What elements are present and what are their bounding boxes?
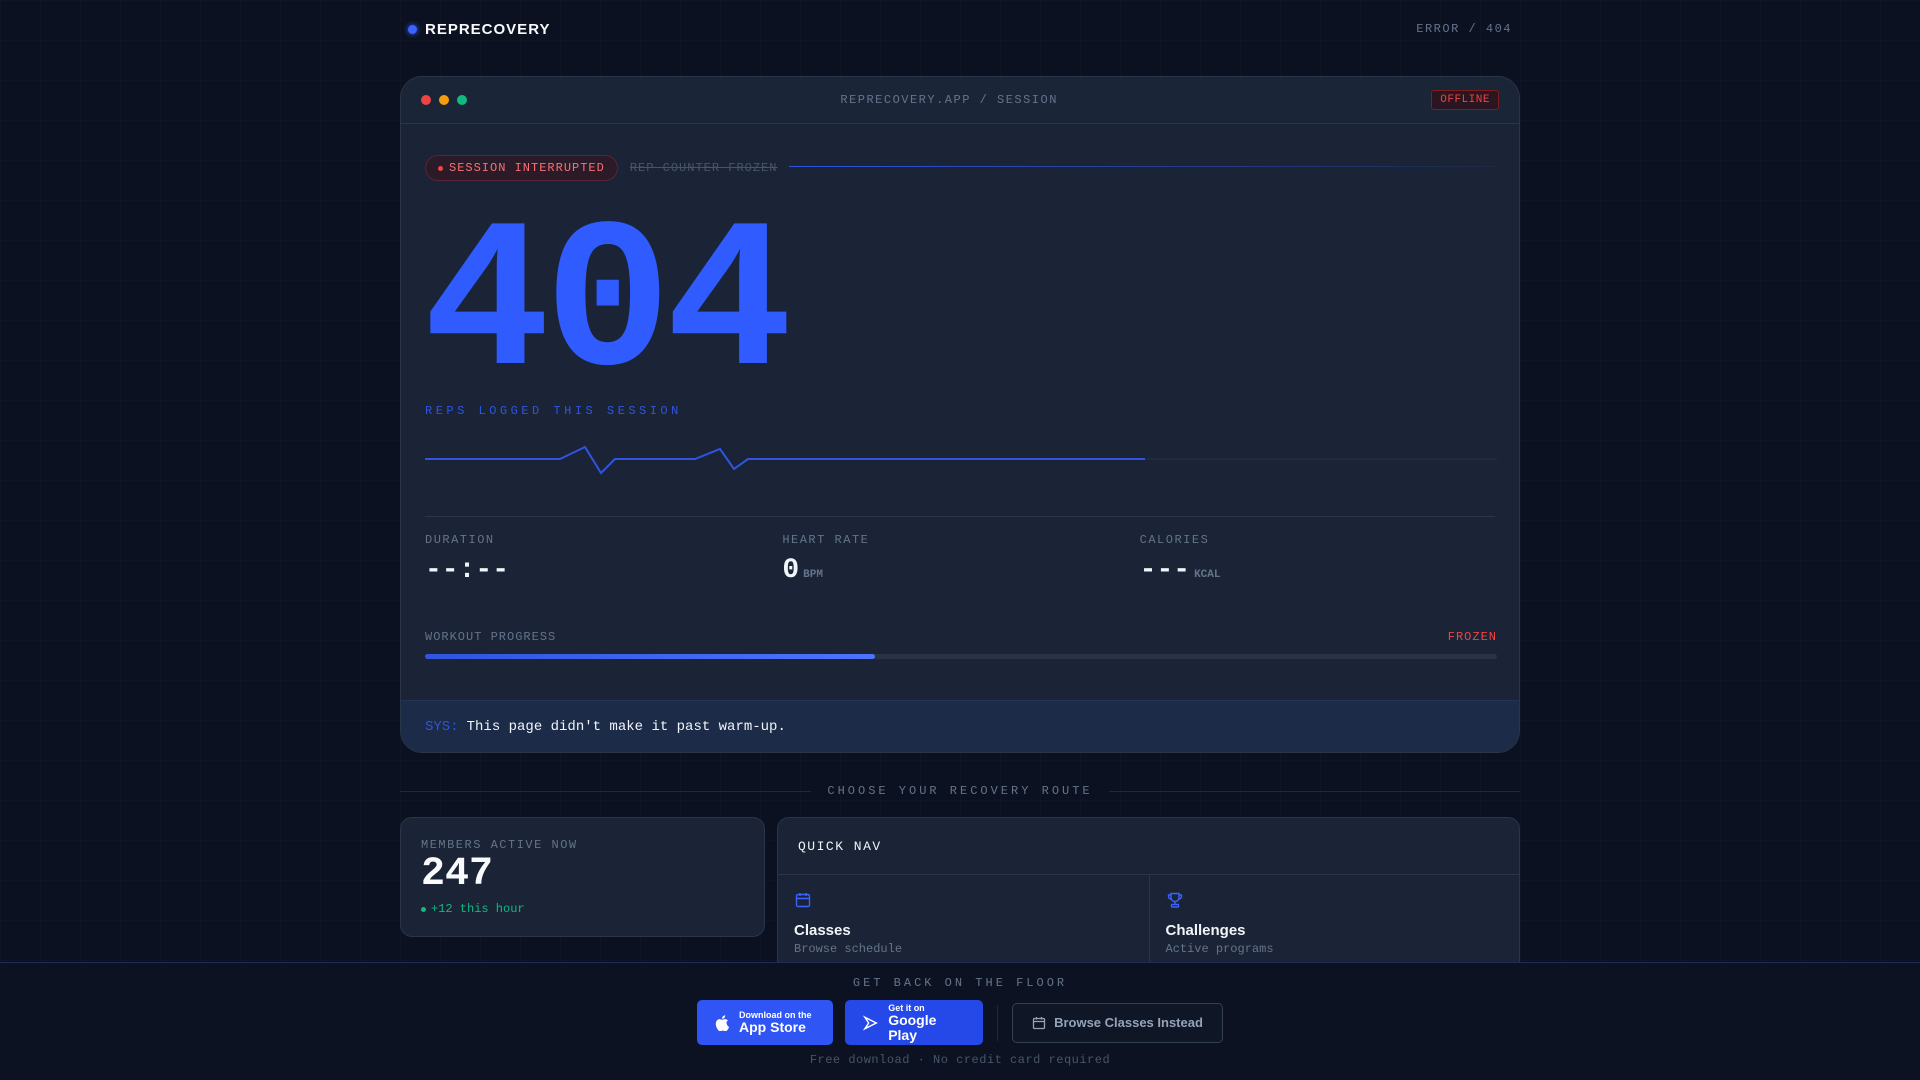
divider-line (400, 790, 812, 792)
sys-prefix: SYS: (425, 718, 459, 735)
download-buttons: Download on the App Store Get it on Goog… (0, 1000, 1920, 1045)
google-play-text: Get it on Google Play (888, 1003, 965, 1043)
stat-label: HEART RATE (782, 533, 870, 547)
quick-nav-classes[interactable]: Classes Browse schedule (778, 875, 1149, 972)
stat-heart-rate: HEART RATE 0 BPM (782, 533, 1139, 586)
session-interrupted-pill: SESSION INTERRUPTED (425, 155, 618, 181)
sys-message: This page didn't make it past warm-up. (466, 718, 786, 735)
close-window-dot-icon[interactable] (421, 95, 431, 105)
stat-value: 0 BPM (782, 555, 1139, 586)
stat-duration: DURATION --:-- (425, 533, 782, 586)
stat-calories: CALORIES --- KCAL (1140, 533, 1497, 586)
window-controls (421, 95, 467, 105)
session-url: REPRECOVERY.APP / SESSION (840, 93, 1058, 107)
app-store-text: Download on the App Store (739, 1010, 812, 1035)
recovery-route-label: CHOOSE YOUR RECOVERY ROUTE (827, 784, 1093, 798)
app-store-big-label: App Store (739, 1019, 806, 1035)
stat-value: --:-- (425, 555, 782, 586)
workout-progress-label: WORKOUT PROGRESS (425, 630, 557, 644)
maximize-window-dot-icon[interactable] (457, 95, 467, 105)
calories-value: --- (1139, 555, 1191, 586)
apple-icon (715, 1014, 729, 1031)
browse-classes-label: Browse Classes Instead (1054, 1015, 1203, 1030)
quick-nav-challenges[interactable]: Challenges Active programs (1148, 875, 1520, 972)
members-active-count: 247 (421, 852, 494, 897)
calories-unit: KCAL (1194, 569, 1221, 581)
google-play-icon (863, 1015, 878, 1030)
google-play-big-label: Google Play (888, 1011, 937, 1043)
quick-nav-item-subtitle: Browse schedule (794, 942, 903, 956)
stat-value: --- KCAL (1140, 555, 1497, 586)
quick-nav-item-subtitle: Active programs (1165, 942, 1274, 956)
heartbeat-trace (425, 445, 1145, 475)
minimize-window-dot-icon[interactable] (439, 95, 449, 105)
status-row: SESSION INTERRUPTED REP COUNTER FROZEN (425, 155, 1495, 181)
session-interrupted-label: SESSION INTERRUPTED (449, 161, 605, 175)
members-active-card: MEMBERS ACTIVE NOW 247 +12 this hour (400, 817, 765, 937)
quick-nav-item-title: Classes (794, 922, 851, 939)
calendar-icon (1032, 1016, 1046, 1029)
quick-nav-grid: Classes Browse schedule Challenges Activ… (778, 875, 1519, 972)
app-download-bar: GET BACK ON THE FLOOR Download on the Ap… (0, 962, 1920, 1080)
system-message-bar: SYS: This page didn't make it past warm-… (401, 700, 1519, 752)
heartbeat-line-icon (425, 445, 1497, 475)
offline-badge: OFFLINE (1431, 90, 1499, 110)
google-play-small-label: Get it on (888, 1002, 925, 1013)
members-active-label: MEMBERS ACTIVE NOW (421, 838, 578, 852)
heart-rate-unit: BPM (803, 569, 823, 581)
workout-progress-bar (425, 654, 1497, 659)
brand-dot-icon (408, 24, 417, 34)
error-code: 404 (423, 187, 793, 427)
live-dot-icon (421, 906, 426, 912)
get-back-label: GET BACK ON THE FLOOR (852, 976, 1068, 990)
recovery-route-divider: CHOOSE YOUR RECOVERY ROUTE (400, 784, 1521, 798)
progress-status: FROZEN (1447, 630, 1497, 644)
status-divider-line (789, 165, 1495, 167)
error-tag: ERROR / 404 (1416, 22, 1512, 36)
quick-nav-title: QUICK NAV (778, 818, 1519, 875)
members-delta: +12 this hour (421, 902, 744, 916)
brand-logo[interactable]: REPRECOVERY (408, 21, 550, 38)
alert-dot-icon (438, 165, 443, 171)
rep-counter-frozen-label: REP COUNTER FROZEN (629, 161, 778, 175)
heart-rate-value: 0 (782, 555, 800, 586)
session-card: REPRECOVERY.APP / SESSION OFFLINE SESSIO… (400, 76, 1520, 753)
google-play-button[interactable]: Get it on Google Play (845, 1000, 983, 1045)
top-bar: REPRECOVERY ERROR / 404 (400, 0, 1520, 58)
stat-label: CALORIES (1139, 533, 1210, 547)
brand-name: REPRECOVERY (425, 20, 551, 38)
duration-value: --:-- (425, 555, 510, 586)
browse-classes-button[interactable]: Browse Classes Instead (1012, 1002, 1223, 1043)
app-store-button[interactable]: Download on the App Store (697, 1000, 833, 1045)
progress-header: WORKOUT PROGRESS FROZEN (425, 630, 1497, 644)
reps-logged-label: REPS LOGGED THIS SESSION (425, 404, 682, 418)
session-stats: DURATION --:-- HEART RATE 0 BPM CALORIES… (425, 533, 1497, 586)
members-delta-text: +12 this hour (431, 902, 525, 916)
stats-divider (425, 516, 1495, 517)
workout-progress-fill (425, 654, 876, 659)
download-note: Free download · No credit card required (809, 1053, 1111, 1067)
button-separator (997, 1004, 998, 1041)
stat-label: DURATION (425, 533, 495, 547)
calendar-icon (795, 893, 811, 908)
session-card-header: REPRECOVERY.APP / SESSION OFFLINE (401, 77, 1519, 124)
divider-line (1108, 790, 1521, 792)
quick-nav-item-title: Challenges (1165, 922, 1246, 939)
trophy-icon (1167, 892, 1182, 908)
